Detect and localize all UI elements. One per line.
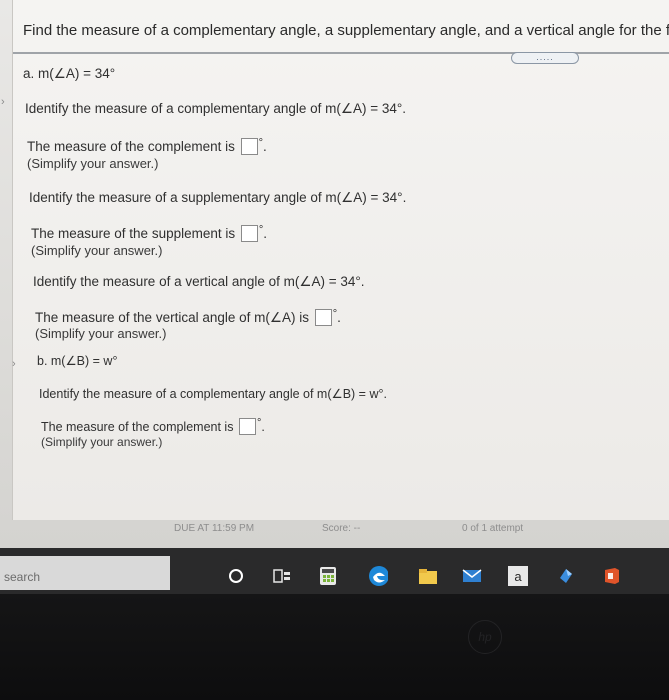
part-a-vertical-prompt: Identify the measure of a vertical angle… — [33, 274, 365, 289]
part-a-complement-answer: The measure of the complement is °. — [27, 137, 267, 155]
edge-browser-icon[interactable] — [368, 566, 388, 586]
supplement-answer-prefix: The measure of the supplement is — [31, 226, 236, 241]
store-icon[interactable]: a — [508, 566, 528, 586]
period: . — [263, 226, 268, 241]
file-explorer-icon[interactable] — [418, 566, 438, 586]
pinned-app-icon[interactable] — [556, 566, 576, 586]
due-time: DUE AT 11:59 PM — [174, 523, 255, 534]
task-view-icon[interactable] — [272, 566, 292, 586]
part-b-label: b. m(∠B) = w° — [37, 354, 118, 368]
part-b-complement-answer-input[interactable] — [238, 418, 256, 435]
part-a-vertical-hint: (Simplify your answer.) — [35, 326, 167, 341]
expand-more-button[interactable]: ..... — [511, 52, 579, 64]
part-a-supplement-hint: (Simplify your answer.) — [31, 243, 163, 258]
laptop-bezel — [0, 594, 669, 700]
calculator-icon[interactable] — [318, 566, 338, 586]
vertical-answer-input[interactable] — [314, 309, 332, 326]
browser-screen: Find the measure of a complementary angl… — [0, 0, 669, 548]
period: . — [263, 139, 267, 154]
cortana-icon[interactable] — [226, 566, 246, 586]
attempt-count: 0 of 1 attempt — [462, 523, 524, 534]
part-b-complement-prompt: Identify the measure of a complementary … — [39, 387, 387, 401]
question-title: Find the measure of a complementary angl… — [23, 22, 669, 39]
complement-answer-prefix: The measure of the complement is — [41, 420, 234, 434]
period: . — [337, 310, 341, 325]
period: . — [261, 420, 265, 434]
part-a-expand-chevron-icon[interactable]: › — [1, 96, 5, 108]
part-b-complement-answer: The measure of the complement is °. — [41, 417, 265, 435]
part-a-complement-prompt: Identify the measure of a complementary … — [25, 101, 407, 116]
mail-icon[interactable] — [462, 566, 482, 586]
part-a-supplement-prompt: Identify the measure of a supplementary … — [29, 190, 407, 205]
vertical-answer-prefix: The measure of the vertical angle of m(∠… — [35, 310, 309, 325]
office-icon[interactable] — [602, 566, 622, 586]
supplement-answer-input[interactable] — [240, 225, 258, 242]
part-a-supplement-answer: The measure of the supplement is °. — [31, 224, 267, 242]
laptop-logo: hp — [468, 620, 502, 654]
question-panel: Find the measure of a complementary angl… — [12, 0, 669, 520]
complement-answer-input[interactable] — [240, 138, 258, 155]
part-b-expand-chevron-icon[interactable]: › — [12, 358, 16, 370]
part-b-complement-hint: (Simplify your answer.) — [41, 435, 163, 449]
score-label: Score: -- — [322, 523, 361, 534]
part-a-complement-hint: (Simplify your answer.) — [27, 156, 159, 171]
taskbar-search-input[interactable]: search — [0, 556, 170, 590]
complement-answer-prefix: The measure of the complement is — [27, 139, 235, 154]
part-a-vertical-answer: The measure of the vertical angle of m(∠… — [35, 308, 341, 326]
part-a-label: a. m(∠A) = 34° — [23, 66, 116, 81]
